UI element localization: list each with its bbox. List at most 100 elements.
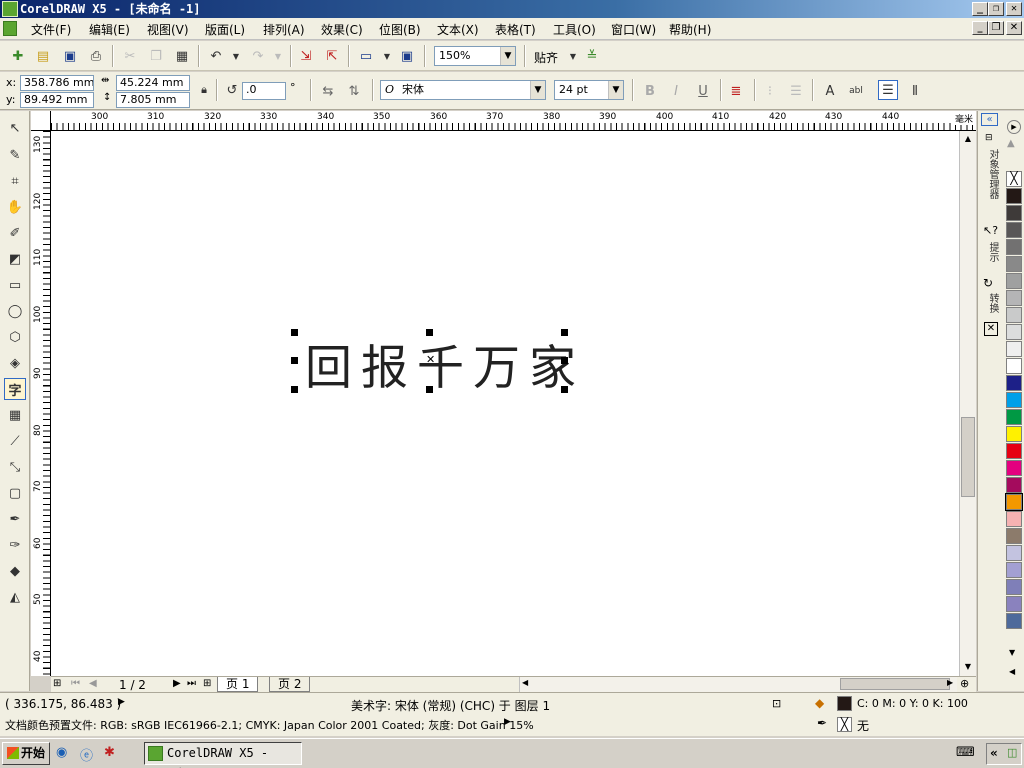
font-family-select[interactable]: O 宋体 ▼: [380, 80, 546, 100]
outline-none-swatch[interactable]: ╳: [837, 717, 852, 732]
palette-up-icon[interactable]: ▲: [1007, 138, 1015, 149]
color-swatch[interactable]: [1006, 324, 1022, 340]
horizontal-scrollbar[interactable]: ◀ ▶: [519, 677, 957, 692]
selection-handle[interactable]: [291, 357, 298, 364]
import-icon[interactable]: ⇲: [296, 46, 316, 66]
menu-tools[interactable]: 工具(O): [553, 21, 596, 38]
palette-down-icon[interactable]: ▼: [1009, 648, 1015, 657]
color-swatch[interactable]: [1006, 256, 1022, 272]
no-color-swatch[interactable]: ╳: [1006, 171, 1022, 187]
color-swatch[interactable]: [1006, 596, 1022, 612]
color-swatch[interactable]: [1006, 273, 1022, 289]
docker-tab-hints[interactable]: 提示: [985, 242, 1000, 262]
vertical-scrollbar[interactable]: ▲ ▼: [959, 131, 976, 676]
open-icon[interactable]: ▤: [33, 46, 53, 66]
cut-icon[interactable]: ✂: [120, 46, 140, 66]
mirror-horizontal-icon[interactable]: ⇆: [318, 81, 338, 101]
close-button[interactable]: ✕: [1006, 2, 1022, 16]
snap-icon[interactable]: ⊡: [772, 697, 781, 710]
y-position-field[interactable]: 89.492 mm: [20, 92, 94, 108]
color-swatch[interactable]: [1006, 443, 1022, 459]
selection-handle[interactable]: [291, 329, 298, 336]
menu-view[interactable]: 视图(V): [147, 21, 189, 38]
color-swatch[interactable]: [1006, 375, 1022, 391]
docker-tab-transform[interactable]: 转换: [985, 293, 1000, 313]
print-icon[interactable]: ⎙: [86, 46, 106, 66]
dimension-tool-icon[interactable]: ⟋: [4, 430, 26, 452]
selection-handle[interactable]: [291, 386, 298, 393]
basic-shapes-icon[interactable]: ◈: [4, 352, 26, 374]
color-swatch[interactable]: [1006, 460, 1022, 476]
menu-file[interactable]: 文件(F): [31, 21, 71, 38]
scroll-right-icon[interactable]: ▶: [947, 678, 953, 687]
font-size-select[interactable]: 24 pt ▼: [554, 80, 624, 100]
color-swatch[interactable]: [1006, 307, 1022, 323]
first-page-icon[interactable]: ⏮: [71, 678, 80, 689]
italic-button[interactable]: I: [666, 81, 686, 101]
rotation-field[interactable]: .0: [242, 82, 286, 100]
color-swatch[interactable]: [1006, 528, 1022, 544]
menu-arrange[interactable]: 排列(A): [263, 21, 305, 38]
tray-expand-icon[interactable]: «: [990, 746, 998, 760]
menu-text[interactable]: 文本(X): [437, 21, 479, 38]
shape-tool-icon[interactable]: ✎: [4, 144, 26, 166]
selection-handle[interactable]: [561, 329, 568, 336]
export-icon[interactable]: ⇱: [322, 46, 342, 66]
app-quicklaunch-icon[interactable]: ✱: [104, 745, 115, 760]
doc-minimize-button[interactable]: _: [972, 21, 988, 35]
color-swatch[interactable]: [1006, 205, 1022, 221]
network-icon[interactable]: ◫: [1007, 746, 1017, 759]
doc-restore-button[interactable]: ❐: [988, 21, 1004, 35]
mirror-vertical-icon[interactable]: ⇅: [344, 81, 364, 101]
start-button[interactable]: 开始: [2, 742, 50, 765]
pan-tool-icon[interactable]: ✋: [4, 196, 26, 218]
scroll-up-icon[interactable]: ▲: [961, 132, 975, 146]
palette-scroll-up-icon[interactable]: ▶: [1007, 120, 1021, 134]
artistic-text-object[interactable]: 回报千万家: [305, 329, 585, 398]
rectangle-tool-icon[interactable]: ▭: [4, 274, 26, 296]
menu-edit[interactable]: 编辑(E): [89, 21, 130, 38]
freehand-tool-icon[interactable]: ✐: [4, 222, 26, 244]
color-swatch[interactable]: [1006, 426, 1022, 442]
color-swatch[interactable]: [1006, 545, 1022, 561]
menu-layout[interactable]: 版面(L): [205, 21, 245, 38]
scroll-thumb[interactable]: [961, 417, 975, 497]
minimize-button[interactable]: _: [972, 2, 988, 16]
color-swatch[interactable]: [1005, 493, 1023, 511]
bullet-list-icon[interactable]: ⁝: [760, 81, 780, 101]
copy-icon[interactable]: ❐: [146, 46, 166, 66]
save-icon[interactable]: ▣: [60, 46, 80, 66]
interactive-fill-icon[interactable]: ◭: [4, 586, 26, 608]
dropcap-icon[interactable]: ☰: [786, 81, 806, 101]
expand-arrow-icon[interactable]: ▶: [118, 697, 125, 707]
application-launcher-icon[interactable]: ▭: [356, 46, 376, 66]
profile-arrow-icon[interactable]: ▶: [504, 717, 511, 727]
restore-button[interactable]: ❐: [988, 2, 1004, 16]
menu-bitmaps[interactable]: 位图(B): [379, 21, 421, 38]
connector-tool-icon[interactable]: ⤡: [4, 456, 26, 478]
chrome-icon[interactable]: ◉: [56, 745, 67, 760]
redo-dropdown-icon[interactable]: ▼: [268, 46, 288, 66]
color-swatch[interactable]: [1006, 579, 1022, 595]
eyedropper-tool-icon[interactable]: ✒: [4, 508, 26, 530]
x-position-field[interactable]: 358.786 mm: [20, 75, 94, 91]
ie-icon[interactable]: ⓔ: [80, 745, 93, 764]
color-swatch[interactable]: [1006, 613, 1022, 629]
underline-button[interactable]: U: [693, 81, 713, 101]
text-tool-icon[interactable]: 字: [4, 378, 26, 400]
ruler-corner[interactable]: [31, 111, 51, 131]
edit-text-icon[interactable]: abl: [846, 81, 866, 101]
smart-fill-icon[interactable]: ◩: [4, 248, 26, 270]
ellipse-tool-icon[interactable]: ◯: [4, 300, 26, 322]
color-swatch[interactable]: [1006, 477, 1022, 493]
page-tab-2[interactable]: 页 2: [269, 677, 311, 692]
new-icon[interactable]: ✚: [8, 46, 28, 66]
polygon-tool-icon[interactable]: ⬡: [4, 326, 26, 348]
horizontal-text-icon[interactable]: ☰: [878, 80, 898, 100]
selection-handle[interactable]: [561, 357, 568, 364]
color-swatch[interactable]: [1006, 222, 1022, 238]
menu-effects[interactable]: 效果(C): [321, 21, 363, 38]
color-swatch[interactable]: [1006, 188, 1022, 204]
height-field[interactable]: 7.805 mm: [116, 92, 190, 108]
launcher-dropdown-icon[interactable]: ▼: [377, 46, 397, 66]
